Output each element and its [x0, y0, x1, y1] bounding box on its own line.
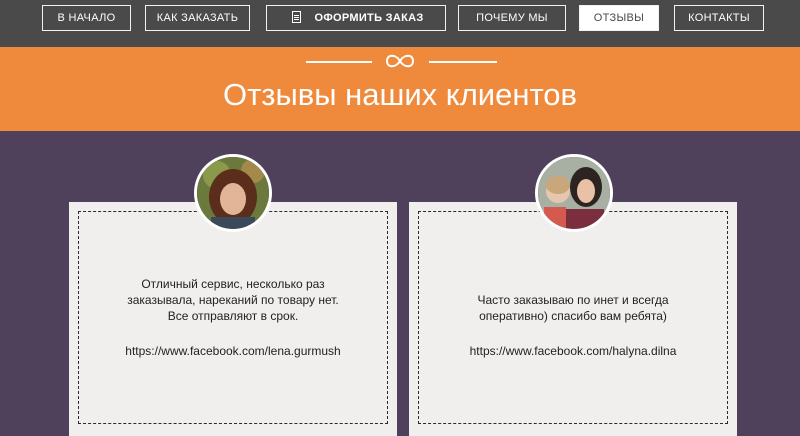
nav-how-to-order-button[interactable]: КАК ЗАКАЗАТЬ — [145, 5, 250, 31]
review-text: Часто заказываю по инет и всегда операти… — [477, 293, 669, 323]
nav-place-order-label: ОФОРМИТЬ ЗАКАЗ — [314, 12, 424, 24]
reviews-banner: Отзывы наших клиентов — [0, 47, 800, 131]
nav-contacts-button[interactable]: КОНТАКТЫ — [674, 5, 764, 31]
decorative-line-left — [306, 61, 372, 63]
review-card: Часто заказываю по инет и всегда операти… — [409, 202, 737, 436]
top-navigation: В НАЧАЛО КАК ЗАКАЗАТЬ ОФОРМИТЬ ЗАКАЗ ПОЧ… — [0, 0, 800, 47]
avatar — [194, 154, 272, 232]
decorative-line-right — [429, 61, 497, 63]
review-facebook-link[interactable]: https://www.facebook.com/halyna.dilna — [409, 343, 737, 359]
nav-home-button[interactable]: В НАЧАЛО — [42, 5, 131, 31]
review-facebook-link[interactable]: https://www.facebook.com/lena.gurmush — [69, 343, 397, 359]
infinity-icon — [385, 54, 415, 68]
nav-place-order-button[interactable]: ОФОРМИТЬ ЗАКАЗ — [266, 5, 446, 31]
nav-reviews-button[interactable]: ОТЗЫВЫ — [579, 5, 659, 31]
review-text: Отличный сервис, несколько раз заказывал… — [127, 277, 339, 323]
document-icon — [292, 11, 301, 23]
avatar — [535, 154, 613, 232]
page-title: Отзывы наших клиентов — [222, 77, 578, 112]
review-card: Отличный сервис, несколько раз заказывал… — [69, 202, 397, 436]
nav-why-us-button[interactable]: ПОЧЕМУ МЫ — [458, 5, 566, 31]
